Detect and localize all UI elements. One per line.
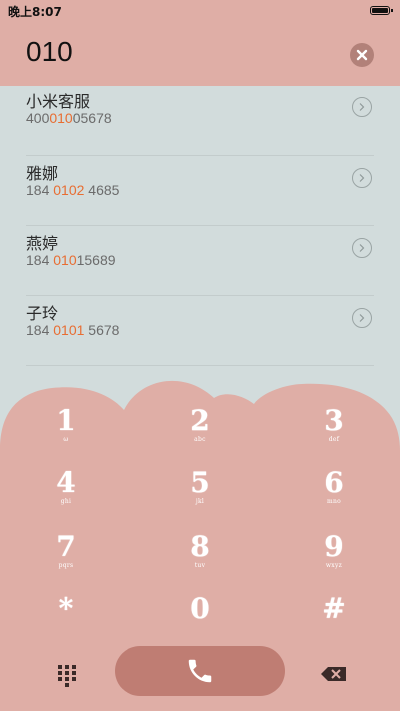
number-match: 010	[53, 252, 77, 268]
key-letters: mno	[326, 498, 342, 505]
contact-row[interactable]: 雅娜 184 0102 4685	[26, 156, 374, 226]
key-2[interactable]: 2 abc	[150, 406, 250, 462]
key-letters: ghi	[60, 498, 72, 505]
key-digit: 2	[190, 404, 210, 437]
number-match: 0102	[53, 182, 85, 198]
battery-icon	[370, 6, 393, 15]
key-letters: abc	[194, 436, 206, 443]
number-part: 184	[26, 182, 54, 198]
key-6[interactable]: 6 mno	[284, 468, 384, 524]
contact-detail-button[interactable]	[352, 168, 372, 188]
key-digit: #	[322, 592, 346, 625]
dialer-screen: 晚上8:07 010 小米客服 40001005678 雅娜 184 0102 …	[0, 0, 400, 711]
number-part: 05678	[72, 110, 112, 126]
contact-detail-button[interactable]	[352, 308, 372, 328]
contact-name: 燕婷	[26, 234, 59, 253]
contact-number: 184 01015689	[26, 252, 116, 268]
contact-row[interactable]: 燕婷 184 01015689	[26, 226, 374, 296]
contact-detail-button[interactable]	[352, 238, 372, 258]
key-hash[interactable]: #	[284, 594, 384, 650]
key-4[interactable]: 4 ghi	[16, 468, 116, 524]
number-part: 184	[26, 322, 54, 338]
key-digit: 1	[56, 404, 76, 437]
key-letters: wxyz	[325, 562, 343, 569]
number-part: 15689	[76, 252, 116, 268]
contact-row[interactable]: 子玲 184 0101 5678	[26, 296, 374, 366]
contact-number: 184 0102 4685	[26, 182, 119, 198]
key-letters: tuv	[194, 562, 206, 569]
contact-detail-button[interactable]	[352, 97, 372, 117]
chevron-right-icon	[359, 314, 365, 322]
chevron-right-icon	[359, 103, 365, 111]
dialpad-toggle-button[interactable]	[52, 659, 82, 689]
contact-name: 子玲	[26, 304, 59, 323]
key-digit: *	[58, 592, 74, 625]
status-bar: 晚上8:07	[0, 0, 400, 22]
key-digit: 7	[56, 530, 76, 563]
key-digit: 9	[324, 530, 344, 563]
key-letters: jkl	[195, 498, 205, 505]
contact-number: 40001005678	[26, 110, 112, 126]
key-0[interactable]: 0	[150, 594, 250, 650]
dialpad: 1 ω 2 abc 3 def 4 ghi 5 jkl 6 mno 7 pqrs	[0, 370, 400, 711]
dialpad-grid-icon	[58, 665, 76, 687]
key-digit: 4	[56, 466, 76, 499]
backspace-button[interactable]	[318, 659, 350, 689]
key-7[interactable]: 7 pqrs	[16, 532, 116, 588]
contact-name: 小米客服	[26, 92, 91, 111]
phone-icon	[188, 659, 212, 683]
number-part: 400	[26, 110, 50, 126]
number-part: 5678	[84, 322, 120, 338]
clear-number-button[interactable]	[350, 43, 374, 67]
backspace-icon	[321, 667, 346, 681]
key-digit: 8	[190, 530, 210, 563]
key-8[interactable]: 8 tuv	[150, 532, 250, 588]
number-match: 0101	[53, 322, 85, 338]
matched-contacts-list: 小米客服 40001005678 雅娜 184 0102 4685 燕婷 184…	[0, 86, 400, 366]
dialed-number: 010	[26, 36, 73, 67]
key-star[interactable]: *	[16, 594, 116, 650]
number-part: 4685	[84, 182, 120, 198]
key-5[interactable]: 5 jkl	[150, 468, 250, 524]
contact-name: 雅娜	[26, 164, 59, 183]
chevron-right-icon	[359, 244, 365, 252]
key-digit: 3	[324, 404, 344, 437]
dialer-bottom-bar	[0, 646, 400, 706]
contact-row[interactable]: 小米客服 40001005678	[26, 86, 374, 156]
key-digit: 5	[190, 466, 210, 499]
dialed-number-bar: 010	[0, 22, 400, 86]
key-9[interactable]: 9 wxyz	[284, 532, 384, 588]
key-digit: 0	[190, 592, 210, 625]
number-match: 010	[49, 110, 73, 126]
close-icon	[356, 49, 368, 61]
status-time: 晚上8:07	[8, 5, 62, 19]
chevron-right-icon	[359, 174, 365, 182]
number-part: 184	[26, 252, 54, 268]
key-letters: pqrs	[58, 562, 74, 569]
key-letters: ω	[63, 436, 69, 443]
key-3[interactable]: 3 def	[284, 406, 384, 462]
key-1[interactable]: 1 ω	[16, 406, 116, 462]
contact-number: 184 0101 5678	[26, 322, 119, 338]
call-button[interactable]	[115, 646, 285, 696]
key-digit: 6	[324, 466, 344, 499]
key-letters: def	[328, 436, 340, 443]
